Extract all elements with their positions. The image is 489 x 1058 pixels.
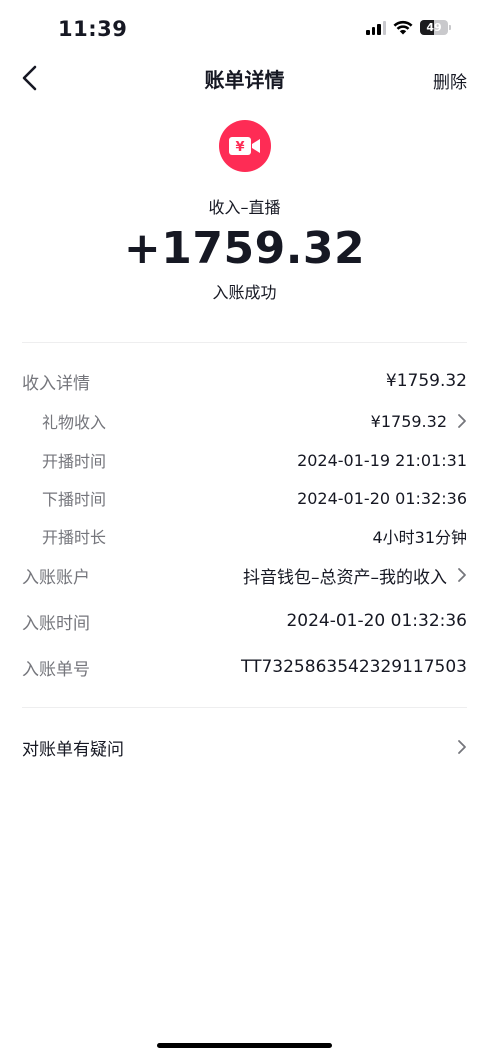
chevron-right-icon bbox=[458, 568, 466, 582]
delete-button[interactable]: 删除 bbox=[433, 68, 467, 93]
row-value: 4小时31分钟 bbox=[372, 528, 467, 547]
page-title: 账单详情 bbox=[204, 68, 285, 92]
row-label: 下播时间 bbox=[42, 490, 107, 509]
home-indicator[interactable] bbox=[157, 1043, 332, 1048]
row-live-start: 开播时间 2024-01-19 21:01:31 bbox=[22, 445, 467, 475]
wifi-icon bbox=[393, 20, 413, 35]
chevron-right-icon bbox=[458, 414, 466, 428]
row-account[interactable]: 入账账户 抖音钱包–总资产–我的收入 bbox=[22, 560, 467, 590]
transaction-type: 收入–直播 bbox=[208, 198, 281, 217]
row-credit-time: 入账时间 2024-01-20 01:32:36 bbox=[22, 606, 467, 636]
transaction-status: 入账成功 bbox=[212, 282, 277, 302]
row-label: 开播时长 bbox=[42, 528, 107, 547]
divider bbox=[22, 707, 467, 708]
chevron-right-icon bbox=[458, 740, 466, 754]
row-label: 入账时间 bbox=[22, 613, 90, 634]
row-gift-income[interactable]: 礼物收入 ¥1759.32 bbox=[22, 406, 467, 436]
battery-icon: 49 bbox=[420, 20, 448, 35]
question-label: 对账单有疑问 bbox=[22, 739, 124, 760]
divider bbox=[22, 342, 467, 343]
row-label: 收入详情 bbox=[22, 373, 90, 394]
row-label: 礼物收入 bbox=[42, 413, 107, 432]
row-label: 入账账户 bbox=[22, 567, 90, 588]
row-label: 开播时间 bbox=[42, 452, 107, 471]
status-time: 11:39 bbox=[58, 17, 128, 41]
battery-level: 49 bbox=[426, 21, 442, 34]
status-icons: 49 bbox=[366, 20, 451, 35]
row-value: 2024-01-20 01:32:36 bbox=[286, 611, 467, 631]
row-income-detail: 收入详情 ¥1759.32 bbox=[22, 366, 467, 396]
billing-question-row[interactable]: 对账单有疑问 bbox=[22, 731, 467, 763]
svg-text:¥: ¥ bbox=[235, 140, 244, 155]
row-value: ¥1759.32 bbox=[385, 371, 467, 391]
yuan-video-icon: ¥ bbox=[218, 120, 271, 172]
row-value: 2024-01-20 01:32:36 bbox=[297, 488, 467, 508]
row-value: 抖音钱包–总资产–我的收入 bbox=[243, 567, 447, 588]
row-value: 2024-01-19 21:01:31 bbox=[297, 450, 467, 470]
row-live-end: 下播时间 2024-01-20 01:32:36 bbox=[22, 483, 467, 513]
row-value: ¥1759.32 bbox=[370, 411, 447, 431]
transaction-summary: ¥ 收入–直播 +1759.32 入账成功 bbox=[0, 120, 489, 303]
row-value: TT7325863542329117503 bbox=[241, 657, 467, 677]
row-live-duration: 开播时长 4小时31分钟 bbox=[22, 521, 467, 551]
status-bar: 11:39 49 bbox=[0, 0, 489, 60]
row-label: 入账单号 bbox=[22, 659, 90, 680]
cellular-signal-icon bbox=[366, 20, 386, 35]
transaction-amount: +1759.32 bbox=[123, 223, 366, 274]
row-order-number: 入账单号 TT7325863542329117503 bbox=[22, 652, 467, 682]
nav-bar: 账单详情 删除 bbox=[0, 52, 489, 104]
